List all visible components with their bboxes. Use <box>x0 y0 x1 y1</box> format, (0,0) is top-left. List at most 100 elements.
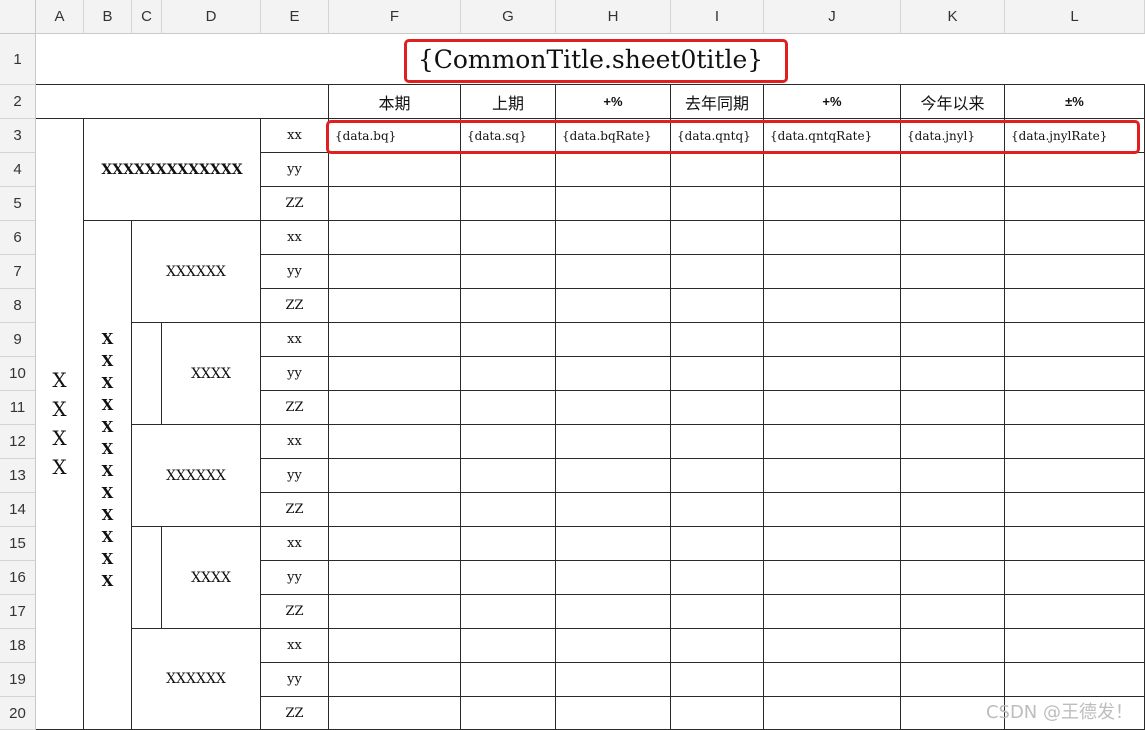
header-bq-rate[interactable]: +% <box>556 85 671 119</box>
data-cell[interactable] <box>329 255 461 289</box>
data-cell[interactable] <box>329 663 461 697</box>
data-cell[interactable] <box>901 391 1005 425</box>
header-jnyl-rate[interactable]: ±% <box>1005 85 1145 119</box>
data-cell[interactable] <box>1005 289 1145 323</box>
data-cell[interactable] <box>556 153 671 187</box>
row-header[interactable]: 17 <box>0 595 36 629</box>
column-header-d[interactable]: D <box>162 0 261 34</box>
data-cell[interactable] <box>1005 493 1145 527</box>
metric-label[interactable]: xx <box>261 119 329 153</box>
data-cell[interactable] <box>901 459 1005 493</box>
data-cell[interactable] <box>329 187 461 221</box>
metric-label[interactable]: yy <box>261 561 329 595</box>
data-cell[interactable] <box>461 663 556 697</box>
data-cell[interactable] <box>764 425 901 459</box>
column-header-h[interactable]: H <box>556 0 671 34</box>
data-cell[interactable] <box>329 357 461 391</box>
data-cell[interactable] <box>329 493 461 527</box>
column-header-j[interactable]: J <box>764 0 901 34</box>
data-cell[interactable] <box>329 289 461 323</box>
column-header-k[interactable]: K <box>901 0 1005 34</box>
data-cell[interactable] <box>329 697 461 730</box>
data-cell[interactable] <box>1005 527 1145 561</box>
row-header[interactable]: 11 <box>0 391 36 425</box>
metric-label[interactable]: ZZ <box>261 391 329 425</box>
column-header-i[interactable]: I <box>671 0 764 34</box>
field-qntq-rate[interactable]: {data.qntqRate} <box>764 119 901 153</box>
column-header-e[interactable]: E <box>261 0 329 34</box>
sub-group-label[interactable]: XXXX <box>162 527 261 629</box>
data-cell[interactable] <box>461 697 556 730</box>
data-cell[interactable] <box>329 391 461 425</box>
metric-label[interactable]: ZZ <box>261 493 329 527</box>
data-cell[interactable] <box>461 391 556 425</box>
row-header[interactable]: 20 <box>0 697 36 730</box>
data-cell[interactable] <box>1005 153 1145 187</box>
data-cell[interactable] <box>556 493 671 527</box>
data-cell[interactable] <box>1005 255 1145 289</box>
data-cell[interactable] <box>671 697 764 730</box>
data-cell[interactable] <box>671 357 764 391</box>
metric-label[interactable]: yy <box>261 663 329 697</box>
header-bq[interactable]: 本期 <box>329 85 461 119</box>
header-sq[interactable]: 上期 <box>461 85 556 119</box>
data-cell[interactable] <box>556 527 671 561</box>
data-cell[interactable] <box>1005 561 1145 595</box>
row-header[interactable]: 14 <box>0 493 36 527</box>
metric-label[interactable]: xx <box>261 629 329 663</box>
data-cell[interactable] <box>901 561 1005 595</box>
data-cell[interactable] <box>1005 391 1145 425</box>
data-cell[interactable] <box>1005 221 1145 255</box>
data-cell[interactable] <box>461 289 556 323</box>
data-cell[interactable] <box>901 153 1005 187</box>
data-cell[interactable] <box>764 493 901 527</box>
metric-label[interactable]: xx <box>261 221 329 255</box>
data-cell[interactable] <box>556 255 671 289</box>
sub-group-label[interactable]: XXXXXX <box>132 629 261 730</box>
data-cell[interactable] <box>901 663 1005 697</box>
data-cell[interactable] <box>329 629 461 663</box>
spreadsheet[interactable]: A B C D E F G H I J K L 1 2 3 4 5 6 7 8 … <box>0 0 1145 730</box>
data-cell[interactable] <box>556 425 671 459</box>
data-cell[interactable] <box>671 153 764 187</box>
row-header[interactable]: 5 <box>0 187 36 221</box>
data-cell[interactable] <box>671 425 764 459</box>
data-cell[interactable] <box>329 221 461 255</box>
group-b-label[interactable]: X X X X X X X X X X X X <box>84 221 132 730</box>
data-cell[interactable] <box>764 221 901 255</box>
data-cell[interactable] <box>901 595 1005 629</box>
data-cell[interactable] <box>901 629 1005 663</box>
field-bq[interactable]: {data.bq} <box>329 119 461 153</box>
data-cell[interactable] <box>901 255 1005 289</box>
data-cell[interactable] <box>764 153 901 187</box>
data-cell[interactable] <box>671 255 764 289</box>
metric-label[interactable]: yy <box>261 459 329 493</box>
data-cell[interactable] <box>556 663 671 697</box>
column-header-l[interactable]: L <box>1005 0 1145 34</box>
data-cell[interactable] <box>556 323 671 357</box>
data-cell[interactable] <box>764 697 901 730</box>
header-qntq-rate[interactable]: +% <box>764 85 901 119</box>
data-cell[interactable] <box>1005 629 1145 663</box>
data-cell[interactable] <box>764 323 901 357</box>
data-cell[interactable] <box>329 459 461 493</box>
data-cell[interactable] <box>671 323 764 357</box>
column-header-a[interactable]: A <box>36 0 84 34</box>
metric-label[interactable]: xx <box>261 527 329 561</box>
metric-label[interactable]: yy <box>261 255 329 289</box>
row-header[interactable]: 2 <box>0 85 36 119</box>
data-cell[interactable] <box>671 289 764 323</box>
data-cell[interactable] <box>1005 187 1145 221</box>
data-cell[interactable] <box>1005 595 1145 629</box>
data-cell[interactable] <box>901 187 1005 221</box>
column-header-f[interactable]: F <box>329 0 461 34</box>
data-cell[interactable] <box>764 187 901 221</box>
data-cell[interactable] <box>556 629 671 663</box>
sub-group-label[interactable]: XXXXXX <box>132 425 261 527</box>
data-cell[interactable] <box>556 459 671 493</box>
row-header[interactable]: 3 <box>0 119 36 153</box>
field-jnyl-rate[interactable]: {data.jnylRate} <box>1005 119 1145 153</box>
data-cell[interactable] <box>901 527 1005 561</box>
data-cell[interactable] <box>461 595 556 629</box>
data-cell[interactable] <box>556 221 671 255</box>
